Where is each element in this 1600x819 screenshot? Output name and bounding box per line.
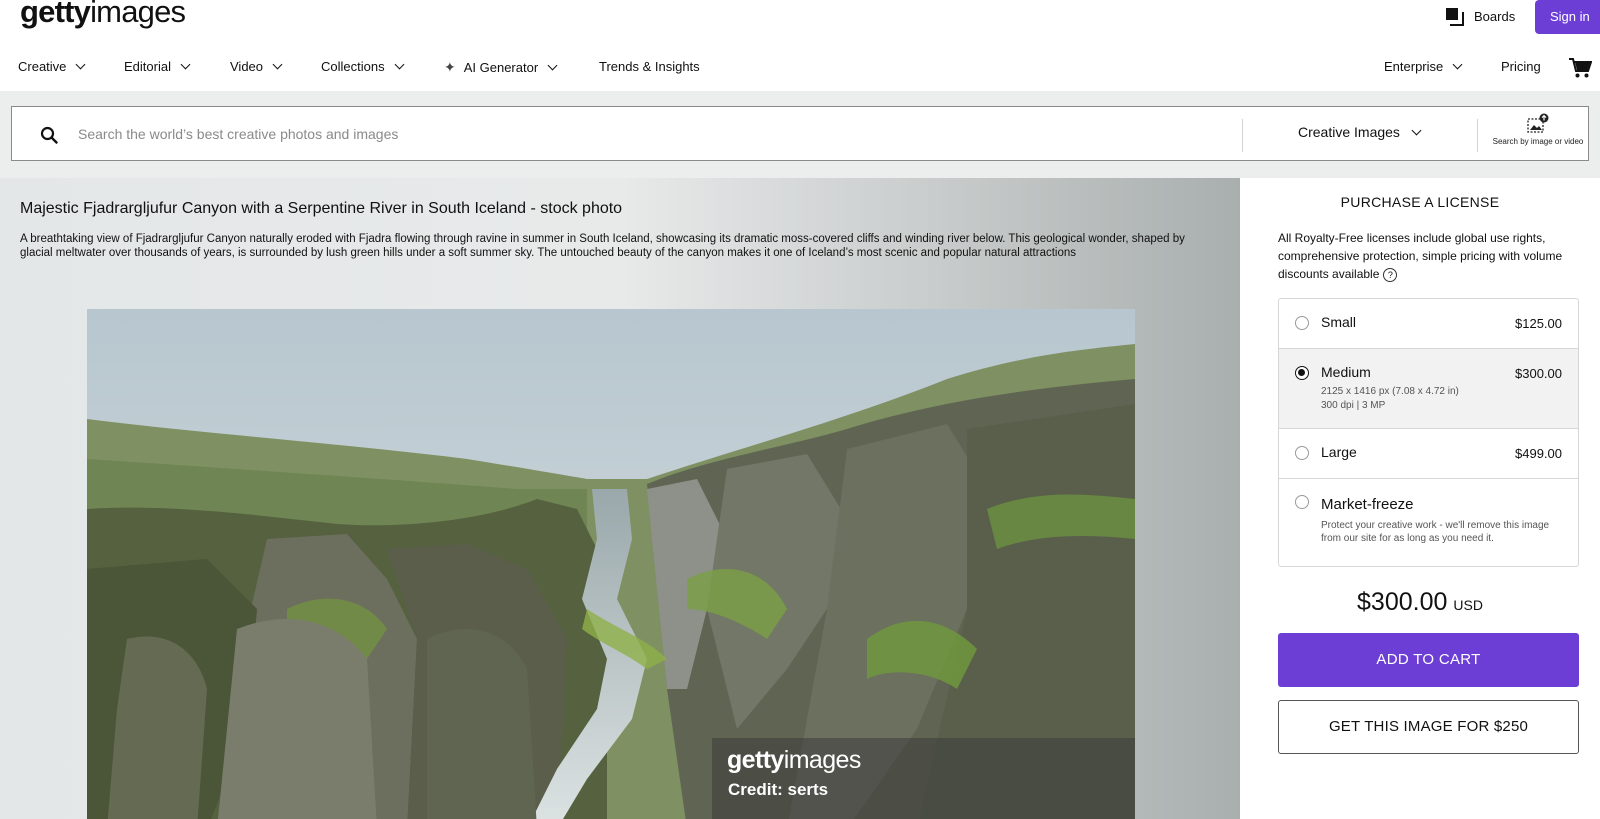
asset-description: A breathtaking view of Fjadrargljufur Ca… bbox=[20, 233, 1185, 259]
search-strip: Creative Images Search by image or video bbox=[0, 91, 1600, 178]
radio-small[interactable] bbox=[1295, 316, 1309, 330]
search-by-image-button[interactable]: Search by image or video bbox=[1489, 113, 1587, 146]
option-name: Medium bbox=[1321, 364, 1371, 380]
option-name: Small bbox=[1321, 314, 1357, 330]
nav-editorial-label: Editorial bbox=[124, 59, 171, 74]
search-type-select[interactable]: Creative Images bbox=[1298, 124, 1422, 140]
license-option-medium[interactable]: Medium $300.00 2125 x 1416 px (7.08 x 4.… bbox=[1279, 349, 1578, 429]
boards-label: Boards bbox=[1474, 8, 1516, 24]
search-bar: Creative Images Search by image or video bbox=[11, 106, 1589, 161]
chevron-down-icon bbox=[75, 59, 86, 70]
page-title: Majestic Fjadrargljufur Canyon with a Se… bbox=[20, 200, 623, 217]
license-intro-text: All Royalty-Free licenses include global… bbox=[1278, 231, 1563, 281]
watermark-light-text: images bbox=[783, 746, 862, 774]
total-price: $300.00 USD bbox=[1240, 588, 1600, 617]
license-intro: All Royalty-Free licenses include global… bbox=[1278, 229, 1588, 283]
nav-pricing[interactable]: Pricing bbox=[1501, 59, 1541, 74]
nav-editorial[interactable]: Editorial bbox=[124, 59, 191, 74]
nav-pricing-label: Pricing bbox=[1501, 59, 1541, 74]
option-name: Large bbox=[1321, 444, 1357, 460]
chevron-down-icon bbox=[394, 59, 405, 70]
search-divider bbox=[1242, 119, 1243, 152]
chevron-down-icon bbox=[547, 60, 558, 71]
total-amount: $300.00 bbox=[1357, 588, 1448, 616]
boards-icon bbox=[1446, 8, 1464, 26]
radio-medium[interactable] bbox=[1295, 366, 1309, 380]
option-resolution: 300 dpi | 3 MP bbox=[1321, 400, 1386, 411]
cart-icon[interactable] bbox=[1568, 57, 1592, 79]
sign-in-button[interactable]: Sign in bbox=[1535, 0, 1600, 34]
asset-detail: Majestic Fjadrargljufur Canyon with a Se… bbox=[0, 178, 1240, 819]
option-price: $499.00 bbox=[1515, 446, 1562, 461]
nav-enterprise[interactable]: Enterprise bbox=[1384, 59, 1463, 74]
purchase-panel: PURCHASE A LICENSE All Royalty-Free lice… bbox=[1240, 178, 1600, 819]
license-option-market-freeze[interactable]: Market-freeze Protect your creative work… bbox=[1279, 479, 1578, 566]
nav-collections-label: Collections bbox=[321, 59, 385, 74]
license-option-small[interactable]: Small $125.00 bbox=[1279, 299, 1578, 349]
total-currency: USD bbox=[1453, 597, 1483, 613]
getty-images-logo[interactable]: gettyimages bbox=[20, 0, 186, 30]
nav-trends-insights[interactable]: Trends & Insights bbox=[599, 59, 700, 74]
chevron-down-icon bbox=[1452, 59, 1463, 70]
watermark-bold-text: getty bbox=[727, 746, 784, 774]
chevron-down-icon bbox=[1411, 125, 1422, 135]
getty-watermark-logo: gettyimages bbox=[727, 746, 861, 775]
top-bar: gettyimages Boards Sign in bbox=[0, 0, 1600, 40]
search-type-label: Creative Images bbox=[1298, 124, 1400, 140]
radio-market-freeze[interactable] bbox=[1295, 495, 1309, 509]
radio-large[interactable] bbox=[1295, 446, 1309, 460]
chevron-down-icon bbox=[180, 59, 191, 70]
nav-enterprise-label: Enterprise bbox=[1384, 59, 1444, 74]
nav-ai-generator[interactable]: ✦ AI Generator bbox=[444, 59, 558, 76]
logo-bold-text: getty bbox=[20, 0, 91, 29]
credit-overlay: gettyimages Credit: serts bbox=[712, 738, 1135, 819]
option-price: $300.00 bbox=[1515, 366, 1562, 381]
help-icon[interactable]: ? bbox=[1383, 267, 1398, 282]
nav-trends-label: Trends & Insights bbox=[599, 59, 700, 74]
get-image-offer-button[interactable]: GET THIS IMAGE FOR $250 bbox=[1278, 700, 1579, 754]
search-icon[interactable] bbox=[40, 126, 58, 144]
nav-ai-generator-label: AI Generator bbox=[463, 60, 539, 75]
stock-photo[interactable]: gettyimages Credit: serts bbox=[87, 309, 1135, 819]
purchase-heading: PURCHASE A LICENSE bbox=[1340, 194, 1500, 210]
option-detail: Protect your creative work - we'll remov… bbox=[1321, 520, 1550, 544]
search-by-image-label: Search by image or video bbox=[1492, 137, 1584, 146]
nav-video[interactable]: Video bbox=[230, 59, 283, 74]
option-price: $125.00 bbox=[1515, 316, 1562, 331]
option-dimensions: 2125 x 1416 px (7.08 x 4.72 in) bbox=[1321, 386, 1459, 397]
add-to-cart-button[interactable]: ADD TO CART bbox=[1278, 633, 1579, 687]
photo-credit: Credit: serts bbox=[728, 780, 829, 799]
license-option-large[interactable]: Large $499.00 bbox=[1279, 429, 1578, 479]
nav-video-label: Video bbox=[230, 59, 264, 74]
logo-light-text: images bbox=[90, 0, 186, 29]
main-nav: Creative Editorial Video Collections ✦ AI… bbox=[0, 45, 1600, 91]
license-options: Small $125.00 Medium $300.00 2125 x 1416… bbox=[1278, 298, 1579, 567]
search-divider bbox=[1477, 119, 1478, 152]
boards-link[interactable]: Boards bbox=[1446, 8, 1516, 26]
nav-creative[interactable]: Creative bbox=[18, 59, 86, 74]
sparkle-icon: ✦ bbox=[444, 59, 456, 75]
nav-collections[interactable]: Collections bbox=[321, 59, 405, 74]
option-name: Market-freeze bbox=[1321, 496, 1414, 513]
chevron-down-icon bbox=[272, 59, 283, 70]
search-input[interactable] bbox=[78, 123, 1223, 145]
image-upload-icon bbox=[1527, 113, 1549, 133]
nav-creative-label: Creative bbox=[18, 59, 67, 74]
